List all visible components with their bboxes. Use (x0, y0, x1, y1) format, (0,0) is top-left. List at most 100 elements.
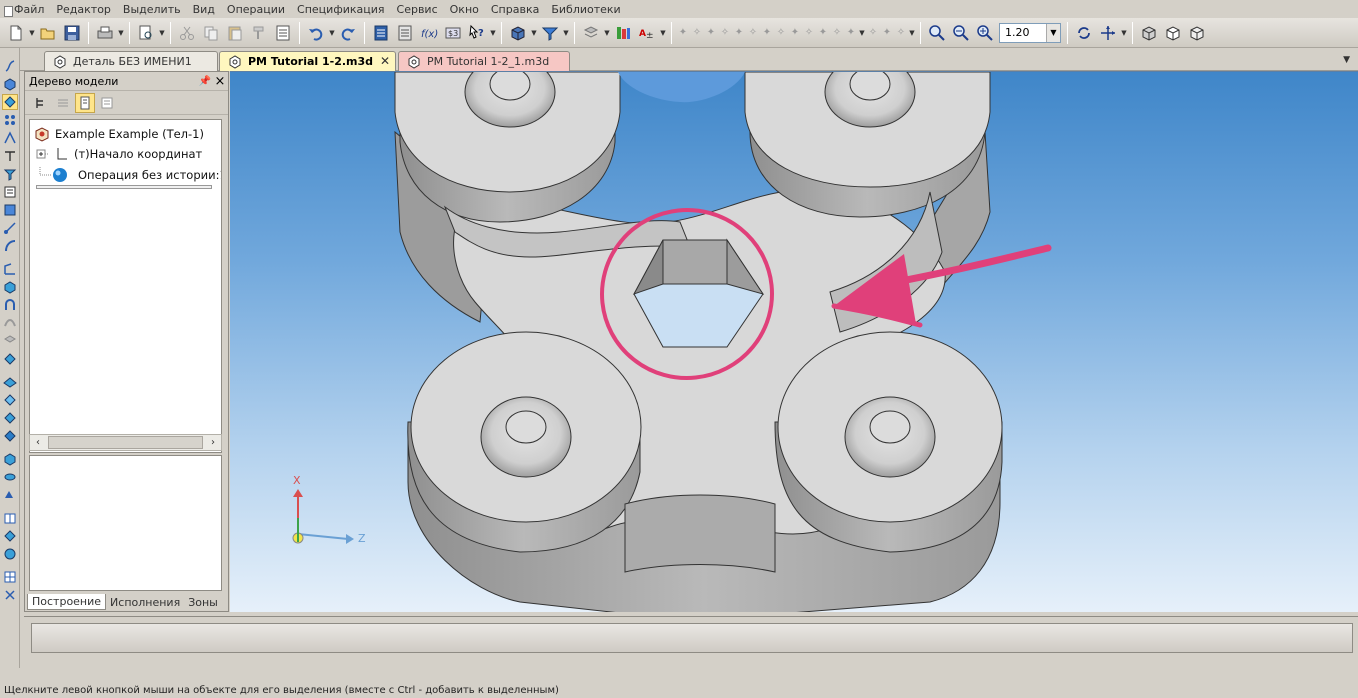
tab-zones[interactable]: Зоны (184, 594, 222, 610)
scroll-right-icon[interactable]: › (205, 437, 221, 448)
tree-structure-icon[interactable] (31, 93, 51, 113)
shell-icon[interactable] (2, 410, 18, 426)
tree-item-origin[interactable]: (т)Начало координат (36, 147, 202, 161)
layers-dropdown-icon[interactable]: ▼ (603, 22, 611, 44)
scroll-left-icon[interactable]: ‹ (30, 437, 46, 448)
snap-point-icon[interactable]: ✧ (802, 22, 816, 44)
zoom-scale-field[interactable]: 1.20 ▼ (999, 22, 1061, 43)
zoom-dynamic-icon[interactable] (950, 22, 972, 44)
layout-icon[interactable] (2, 569, 18, 585)
snap-dropdown-icon[interactable]: ▼ (858, 22, 866, 44)
paste-icon[interactable] (224, 22, 246, 44)
sketch-icon[interactable] (2, 261, 18, 277)
menu-window[interactable]: Окно (444, 3, 485, 16)
view-orientation-icon[interactable] (507, 22, 529, 44)
surface-icon[interactable] (2, 374, 18, 390)
rotate-icon[interactable] (1073, 22, 1095, 44)
snap-point-icon[interactable]: ✧ (718, 22, 732, 44)
tab-pm-tutorial[interactable]: PM Tutorial 1-2.m3d ✕ (219, 51, 396, 71)
library-icon[interactable] (612, 22, 634, 44)
component-icon[interactable] (2, 528, 18, 544)
hidden-lines-icon[interactable] (1186, 22, 1208, 44)
open-file-icon[interactable] (37, 22, 59, 44)
menu-select[interactable]: Выделить (117, 3, 187, 16)
zoom-window-icon[interactable] (926, 22, 948, 44)
toolbar-overflow-icon[interactable]: ▼ (489, 22, 497, 44)
snap-dropdown-icon[interactable]: ▼ (908, 22, 916, 44)
filter-icon[interactable] (2, 166, 18, 182)
hole-icon[interactable] (2, 469, 18, 485)
menu-edit[interactable]: Редактор (50, 3, 117, 16)
calculator-icon[interactable] (394, 22, 416, 44)
zoom-in-icon[interactable] (974, 22, 996, 44)
manager-icon[interactable] (370, 22, 392, 44)
tab-versions[interactable]: Исполнения (106, 594, 184, 610)
print-preview-icon[interactable] (135, 22, 157, 44)
preview-dropdown-icon[interactable]: ▼ (158, 22, 166, 44)
mate-icon[interactable] (2, 546, 18, 562)
tab-pm-tutorial-1[interactable]: PM Tutorial 1-2_1.m3d (398, 51, 570, 71)
command-input-field[interactable] (31, 623, 1353, 653)
new-file-dropdown-icon[interactable]: ▼ (28, 22, 36, 44)
variables-icon[interactable]: f(x) (418, 22, 440, 44)
snap-point-icon[interactable]: ✦ (704, 22, 718, 44)
dimensions-icon[interactable] (2, 148, 18, 164)
mirror-icon[interactable] (2, 487, 18, 503)
tree-view-mode-icon[interactable] (75, 92, 95, 113)
sweep-icon[interactable] (2, 315, 18, 331)
print-icon[interactable] (94, 22, 116, 44)
chamfer-icon[interactable] (2, 392, 18, 408)
close-icon[interactable]: × (212, 74, 228, 89)
array-icon[interactable] (2, 112, 18, 128)
scroll-thumb[interactable] (48, 436, 203, 449)
fillet-icon[interactable] (2, 351, 18, 367)
print-dropdown-icon[interactable]: ▼ (117, 22, 125, 44)
undo-icon[interactable] (305, 22, 327, 44)
format-painter-icon[interactable] (248, 22, 270, 44)
undo-dropdown-icon[interactable]: ▼ (328, 22, 336, 44)
rib-icon[interactable] (2, 428, 18, 444)
menu-file[interactable]: Файл (2, 3, 50, 17)
properties-icon[interactable] (272, 22, 294, 44)
tab-detail-untitled[interactable]: Деталь БЕЗ ИМЕНИ1 (44, 51, 218, 71)
snap-point-icon[interactable]: ✧ (866, 22, 880, 44)
cut-extrude-icon[interactable] (2, 451, 18, 467)
extrude-icon[interactable] (2, 279, 18, 295)
menu-specification[interactable]: Спецификация (291, 3, 390, 16)
text-style-dropdown-icon[interactable]: ▼ (659, 22, 667, 44)
snap-point-icon[interactable]: ✦ (788, 22, 802, 44)
pan-icon[interactable] (1097, 22, 1119, 44)
context-help-icon[interactable]: ? (466, 22, 488, 44)
spatial-curves-icon[interactable] (2, 130, 18, 146)
cut-icon[interactable] (176, 22, 198, 44)
snap-point-icon[interactable]: ✧ (690, 22, 704, 44)
settings-icon[interactable] (2, 587, 18, 603)
orientation-dropdown-icon[interactable]: ▼ (530, 22, 538, 44)
snap-point-icon[interactable]: ✦ (760, 22, 774, 44)
copy-icon[interactable] (200, 22, 222, 44)
operations-panel-icon[interactable] (2, 94, 18, 110)
loft-icon[interactable] (2, 333, 18, 349)
edit-part-icon[interactable] (2, 76, 18, 92)
book-icon[interactable] (2, 510, 18, 526)
tree-horizontal-scrollbar[interactable]: ‹ › (29, 434, 222, 451)
filter-icon[interactable] (539, 22, 561, 44)
specification-icon[interactable] (2, 184, 18, 200)
wireframe-view-icon[interactable] (1162, 22, 1184, 44)
snap-point-icon[interactable]: ✧ (894, 22, 908, 44)
snap-point-icon[interactable]: ✦ (844, 22, 858, 44)
tree-details-icon[interactable] (97, 93, 117, 113)
redo-icon[interactable] (337, 22, 359, 44)
text-style-icon[interactable]: A ± (636, 22, 658, 44)
menu-operations[interactable]: Операции (221, 3, 291, 16)
chevron-down-icon[interactable]: ▼ (1046, 23, 1060, 42)
close-icon[interactable]: ✕ (380, 54, 390, 68)
report-icon[interactable] (2, 202, 18, 218)
menu-help[interactable]: Справка (485, 3, 545, 16)
measure-icon[interactable] (2, 220, 18, 236)
revolve-icon[interactable] (2, 297, 18, 313)
shaded-view-icon[interactable] (1138, 22, 1160, 44)
geometry-icon[interactable] (2, 58, 18, 74)
layers-icon[interactable] (580, 22, 602, 44)
pin-icon[interactable]: 📌 (198, 76, 212, 87)
